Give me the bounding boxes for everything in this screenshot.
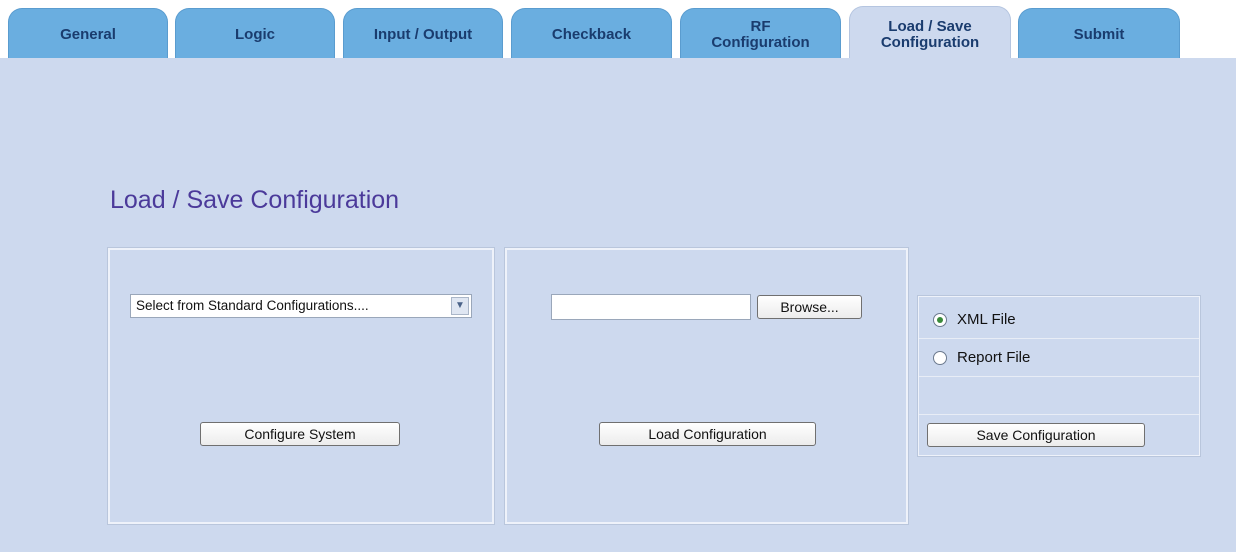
file-path-input[interactable] [551,294,751,320]
browse-button[interactable]: Browse... [757,295,862,319]
load-config-panel: Browse... Load Configuration [504,247,909,525]
tab-input-output[interactable]: Input / Output [343,8,503,58]
chevron-down-icon[interactable]: ▼ [451,297,469,315]
tab-rf-configuration-label: RF Configuration [711,17,810,51]
configure-system-button[interactable]: Configure System [200,422,400,446]
standard-config-select[interactable]: Select from Standard Configurations.... … [130,294,472,318]
standard-config-panel: Select from Standard Configurations.... … [107,247,495,525]
tab-general[interactable]: General [8,8,168,58]
xml-file-option[interactable]: XML File [919,301,1199,339]
save-config-panel: XML File Report File Save Configuration [917,295,1201,457]
save-configuration-button[interactable]: Save Configuration [927,423,1145,447]
tab-checkback[interactable]: Checkback [511,8,672,58]
standard-config-select-value: Select from Standard Configurations.... [136,298,369,313]
tab-logic[interactable]: Logic [175,8,335,58]
load-configuration-button[interactable]: Load Configuration [599,422,816,446]
page-title: Load / Save Configuration [110,186,400,214]
tab-input-output-label: Input / Output [373,25,473,43]
tab-general-label: General [60,25,116,43]
tab-load-save-configuration-label: Load / Save Configuration [880,17,980,51]
report-file-label: Report File [957,349,1031,366]
tab-submit[interactable]: Submit [1018,8,1180,58]
xml-file-label: XML File [957,311,1016,328]
report-file-option[interactable]: Report File [919,339,1199,377]
tab-rf-configuration[interactable]: RF Configuration [680,8,841,58]
tab-submit-label: Submit [1073,25,1125,43]
tab-checkback-label: Checkback [551,25,632,43]
report-file-radio[interactable] [933,350,947,365]
tab-content: Load / Save Configuration Select from St… [0,58,1236,552]
tab-load-save-configuration[interactable]: Load / Save Configuration [849,6,1011,60]
empty-row [919,377,1199,415]
tab-bar: General Logic Input / Output Checkback R… [0,0,1236,60]
xml-file-radio[interactable] [933,312,947,327]
tab-logic-label: Logic [235,25,275,43]
